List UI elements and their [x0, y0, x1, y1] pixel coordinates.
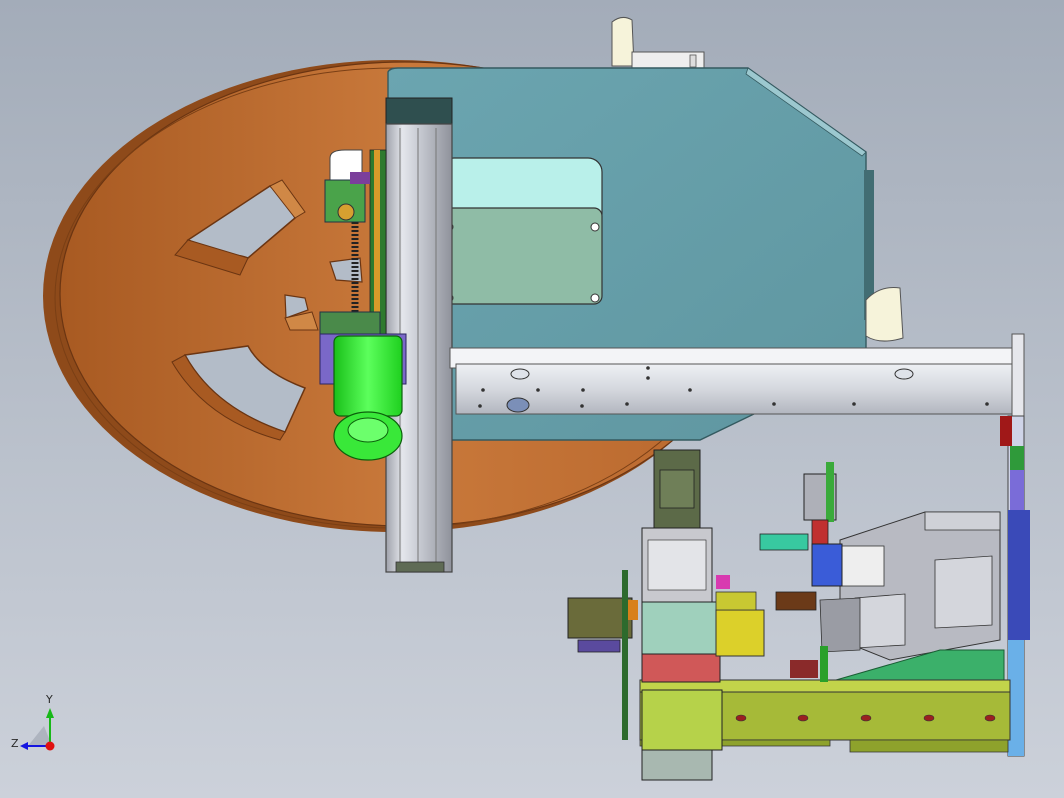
cad-model-scene	[0, 0, 1064, 798]
electrical-box	[427, 157, 603, 305]
x-axis-dot	[45, 741, 55, 751]
z-axis-label: Z	[11, 737, 19, 750]
y-axis-label: Y	[46, 693, 53, 706]
cad-viewport[interactable]: Y Z	[0, 0, 1064, 798]
